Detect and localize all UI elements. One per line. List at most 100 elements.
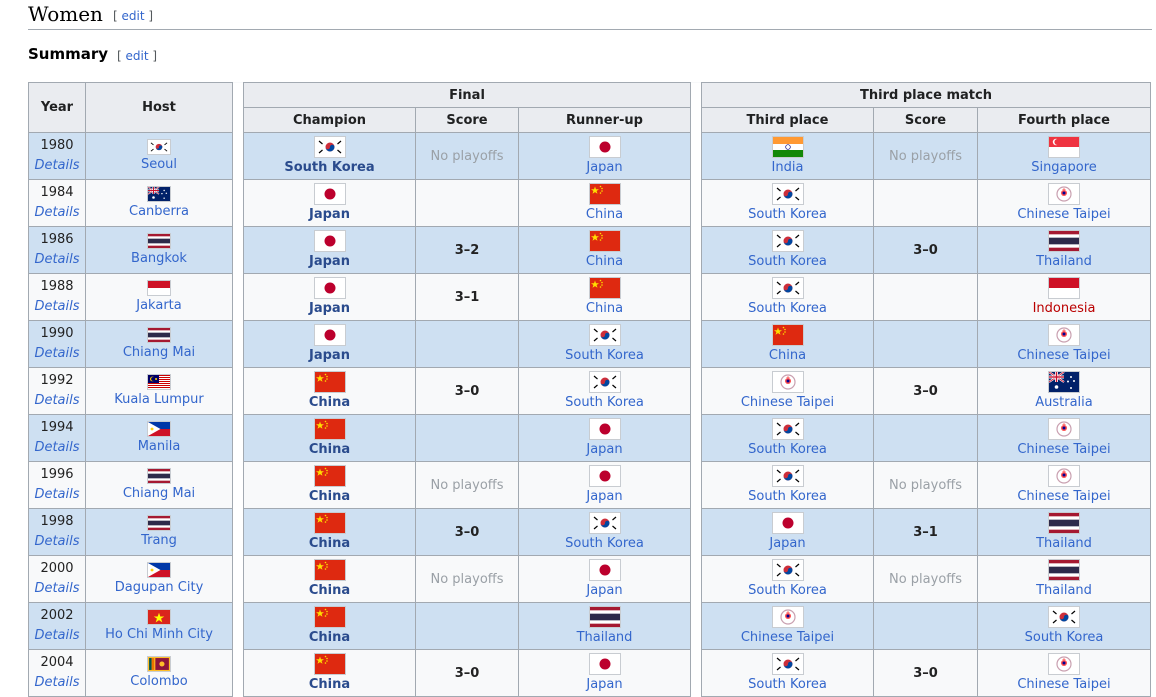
host-link[interactable]: Colombo — [130, 673, 187, 691]
champion-link[interactable]: China — [309, 676, 350, 694]
details-link[interactable]: Details — [30, 673, 85, 693]
runner-up-link[interactable]: China — [586, 206, 623, 224]
third-place-link[interactable]: South Korea — [748, 253, 827, 271]
third-place-link[interactable]: South Korea — [748, 441, 827, 459]
details-link[interactable]: Details — [30, 438, 85, 458]
column-spacer — [232, 367, 244, 415]
champion-link[interactable]: Japan — [309, 347, 350, 365]
fourth-place-link[interactable]: Indonesia — [1033, 300, 1096, 318]
final-score-cell — [415, 414, 519, 462]
details-link[interactable]: Details — [30, 391, 85, 411]
third-place-link[interactable]: South Korea — [748, 488, 827, 506]
champion-link[interactable]: China — [309, 629, 350, 647]
runner-up-link[interactable]: South Korea — [565, 535, 644, 553]
host-link[interactable]: Dagupan City — [115, 579, 204, 597]
details-link[interactable]: Details — [30, 344, 85, 364]
section-edit-link[interactable]: [ edit ] — [113, 9, 153, 23]
fourth-place-link[interactable]: Singapore — [1031, 159, 1097, 177]
third-place-link[interactable]: South Korea — [748, 676, 827, 694]
fourth-place-link[interactable]: Chinese Taipei — [1017, 441, 1110, 459]
fourth-place-link[interactable]: Thailand — [1036, 253, 1092, 271]
champion-link[interactable]: Japan — [309, 206, 350, 224]
runner-up-link[interactable]: Japan — [586, 159, 622, 177]
runner-up-link[interactable]: South Korea — [565, 347, 644, 365]
japan-flag-icon — [588, 464, 621, 487]
fourth-place-link[interactable]: Chinese Taipei — [1017, 676, 1110, 694]
year-value: 2000 — [40, 561, 74, 576]
runner-up-link[interactable]: China — [586, 300, 623, 318]
section-title: Women — [28, 2, 103, 26]
china-flag-icon — [313, 652, 346, 675]
fourth-place-link[interactable]: Thailand — [1036, 582, 1092, 600]
fourth-place-link[interactable]: Chinese Taipei — [1017, 206, 1110, 224]
third-place-link[interactable]: China — [769, 347, 806, 365]
third-place-team: China — [703, 322, 873, 367]
details-link[interactable]: Details — [30, 579, 85, 599]
host-link[interactable]: Jakarta — [136, 297, 181, 315]
runner-up-link[interactable]: Japan — [586, 676, 622, 694]
section-edit-anchor[interactable]: edit — [122, 9, 145, 23]
third-place-link[interactable]: South Korea — [748, 206, 827, 224]
third-place-link[interactable]: South Korea — [748, 300, 827, 318]
host-link[interactable]: Ho Chi Minh City — [105, 626, 213, 644]
host-city: Ho Chi Minh City — [87, 604, 232, 649]
third-place-link[interactable]: India — [772, 159, 804, 177]
champion-link[interactable]: China — [309, 582, 350, 600]
details-link[interactable]: Details — [30, 156, 85, 176]
details-link[interactable]: Details — [30, 532, 85, 552]
champion-cell: China — [243, 414, 416, 462]
header-year: Year — [28, 82, 86, 133]
subsection-edit-anchor[interactable]: edit — [126, 49, 149, 63]
fourth-place-link[interactable]: Australia — [1035, 394, 1093, 412]
runner-up-link[interactable]: South Korea — [565, 394, 644, 412]
runner-up-link[interactable]: Japan — [586, 488, 622, 506]
host-link[interactable]: Bangkok — [131, 250, 187, 268]
host-link[interactable]: Canberra — [129, 203, 189, 221]
champion-link[interactable]: Japan — [309, 300, 350, 318]
year-cell: 2004 Details — [28, 649, 86, 697]
champion-link[interactable]: Japan — [309, 253, 350, 271]
runner-up-link[interactable]: China — [586, 253, 623, 271]
year-value: 1996 — [40, 467, 74, 482]
third-place-cell: India — [701, 132, 874, 180]
champion-link[interactable]: South Korea — [284, 159, 374, 177]
fourth-place-link[interactable]: Chinese Taipei — [1017, 347, 1110, 365]
champion-link[interactable]: China — [309, 488, 350, 506]
subsection-edit-link[interactable]: [ edit ] — [117, 49, 157, 63]
fourth-place-link[interactable]: South Korea — [1025, 629, 1104, 647]
host-link[interactable]: Kuala Lumpur — [114, 391, 204, 409]
subsection-heading-summary: Summary [ edit ] — [28, 44, 157, 68]
champion-link[interactable]: China — [309, 441, 350, 459]
champion-link[interactable]: China — [309, 535, 350, 553]
third-place-link[interactable]: Chinese Taipei — [741, 394, 834, 412]
runner-up-link[interactable]: Thailand — [577, 629, 633, 647]
third-place-link[interactable]: Chinese Taipei — [741, 629, 834, 647]
champion-link[interactable]: China — [309, 394, 350, 412]
column-spacer — [690, 414, 702, 462]
final-score-cell: No playoffs — [415, 132, 519, 180]
third-place-link[interactable]: South Korea — [748, 582, 827, 600]
host-link[interactable]: Trang — [141, 532, 177, 550]
champion-cell: South Korea — [243, 132, 416, 180]
details-link[interactable]: Details — [30, 485, 85, 505]
final-score-cell: 3–1 — [415, 273, 519, 321]
fourth-place-link[interactable]: Chinese Taipei — [1017, 488, 1110, 506]
host-link[interactable]: Manila — [138, 438, 181, 456]
runner-up-link[interactable]: Japan — [586, 582, 622, 600]
fourth-place-link[interactable]: Thailand — [1036, 535, 1092, 553]
details-link[interactable]: Details — [30, 297, 85, 317]
fourth-place-team: Thailand — [979, 510, 1150, 555]
runner-up-link[interactable]: Japan — [586, 441, 622, 459]
third-place-link[interactable]: Japan — [769, 535, 805, 553]
table-row: 1992 Details Kuala Lumpur China 3–0 South Kor… — [28, 367, 1151, 415]
details-link[interactable]: Details — [30, 250, 85, 270]
korea-flag-icon — [771, 652, 804, 675]
host-city: Canberra — [87, 181, 232, 226]
japan-flag-icon — [771, 511, 804, 534]
host-link[interactable]: Seoul — [141, 156, 177, 174]
column-spacer — [690, 649, 702, 697]
host-link[interactable]: Chiang Mai — [123, 485, 195, 503]
details-link[interactable]: Details — [30, 203, 85, 223]
host-link[interactable]: Chiang Mai — [123, 344, 195, 362]
details-link[interactable]: Details — [30, 626, 85, 646]
